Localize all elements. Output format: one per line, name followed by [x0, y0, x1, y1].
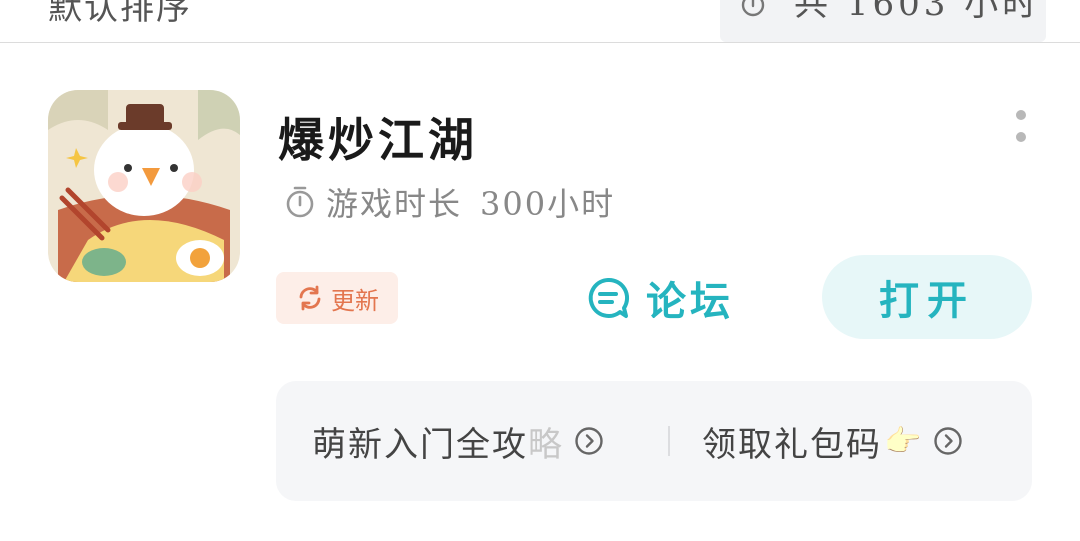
guide-divider [668, 426, 670, 456]
game-app-icon[interactable] [48, 90, 240, 282]
total-playtime-pill: 共 1603 小时 [720, 0, 1046, 42]
forum-button[interactable]: 论坛 [584, 268, 734, 328]
forum-label: 论坛 [646, 278, 734, 325]
guide-beginner-label: 萌新入门全攻 [312, 424, 528, 465]
playtime-label: 游戏时长 [326, 185, 463, 223]
chevron-right-circle-icon [575, 427, 603, 455]
playtime-row: 游戏时长 300小时 [284, 180, 615, 224]
chat-bubble-icon [588, 277, 630, 318]
update-label: 更新 [331, 286, 379, 315]
guide-link-gift-code[interactable]: 领取礼包码 👉 [702, 381, 963, 501]
pointing-hand-icon: 👉 [884, 423, 924, 459]
guide-beginner-label-fade: 略 [528, 424, 564, 465]
timer-icon [286, 186, 314, 218]
sort-dropdown[interactable]: 默认排序 [48, 0, 192, 29]
clock-icon [741, 0, 765, 17]
playtime-value: 300小时 [480, 185, 616, 223]
more-options-icon[interactable] [1010, 108, 1032, 148]
guide-link-beginner[interactable]: 萌新入门全攻略 [312, 381, 604, 501]
guide-gift-code-label: 领取礼包码 [702, 424, 882, 465]
guide-card: 萌新入门全攻略 领取礼包码 👉 [276, 381, 1032, 501]
total-playtime-text: 共 1603 小时 [794, 0, 1041, 24]
top-bar: 默认排序 共 1603 小时 [0, 0, 1080, 43]
chevron-right-circle-icon [934, 427, 963, 455]
refresh-icon [299, 285, 321, 311]
update-badge[interactable]: 更新 [276, 272, 398, 324]
open-button[interactable]: 打开 [822, 255, 1032, 339]
game-title: 爆炒江湖 [278, 113, 478, 167]
